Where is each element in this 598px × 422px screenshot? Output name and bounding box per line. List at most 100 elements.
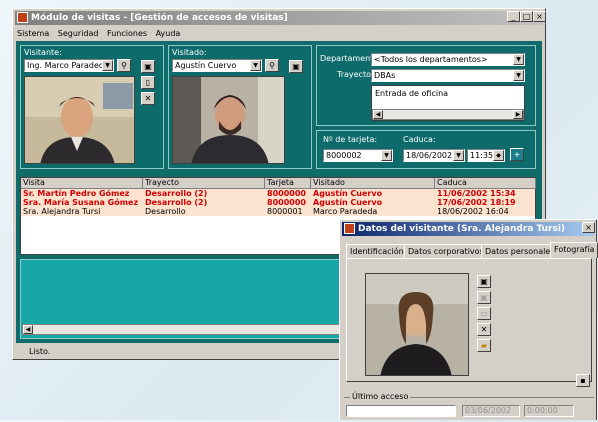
- departamento-panel: Departamento: <Todos los departamentos> …: [316, 45, 536, 126]
- save-button[interactable]: ▪: [576, 374, 590, 387]
- row-caduca: 17/06/2002 18:19: [437, 198, 516, 207]
- notes-scrollbar[interactable]: ◀ ▶: [372, 109, 524, 120]
- menu-seguridad[interactable]: Seguridad: [58, 29, 99, 38]
- camera-visitado-button[interactable]: ▣: [289, 60, 303, 73]
- visitado-combo[interactable]: Agustín Cuervo ▼: [172, 59, 262, 72]
- row-visita: Sr. Martín Pedro Gómez: [23, 189, 130, 198]
- import-photo-button[interactable]: ▣: [477, 291, 491, 304]
- chevron-down-icon[interactable]: ▼: [381, 150, 392, 161]
- camera-visitante-button[interactable]: ▣: [141, 60, 155, 73]
- notes-textarea[interactable]: Entrada de oficina ◀ ▶: [371, 85, 525, 121]
- minimize-button[interactable]: _: [507, 11, 520, 22]
- row-tarjeta: 8000000: [267, 198, 306, 207]
- row-visitado: Marco Paradeda: [313, 207, 378, 216]
- search-visitado-button[interactable]: ⚲: [265, 59, 279, 72]
- visitor-photo-image: [366, 274, 468, 375]
- ultimo-acceso-label: Último acceso: [350, 392, 411, 401]
- menu-ayuda[interactable]: Ayuda: [156, 29, 181, 38]
- visitor-photo: [365, 273, 469, 376]
- add-plus-icon: +: [513, 150, 521, 159]
- bottom-scrollbar[interactable]: ◀: [22, 324, 352, 335]
- menu-sistema[interactable]: Sistema: [17, 29, 49, 38]
- scroll-left-arrow[interactable]: ◀: [373, 110, 383, 119]
- departamento-combo[interactable]: <Todos los departamentos> ▼: [371, 53, 525, 66]
- status-text: Listo.: [29, 347, 51, 356]
- caduca-time: 11:35: [470, 151, 494, 160]
- col-tarjeta[interactable]: Tarjeta: [265, 178, 311, 189]
- camera-button[interactable]: ▣: [477, 275, 491, 288]
- chevron-down-icon[interactable]: ▼: [250, 60, 261, 71]
- new-visitante-button[interactable]: ▯: [141, 76, 155, 89]
- caduca-date-combo[interactable]: 18/06/2002 ▼: [403, 149, 465, 162]
- dialog-title-bar[interactable]: Datos del visitante (Sra. Alejandra Turs…: [342, 222, 594, 236]
- col-caduca[interactable]: Caduca: [435, 178, 536, 189]
- visitor-dialog: Datos del visitante (Sra. Alejandra Turs…: [339, 219, 598, 422]
- row-trayecto: Desarrollo (2): [145, 198, 208, 207]
- trayecto-value: DBAs: [374, 71, 396, 80]
- import-icon: ▣: [480, 293, 488, 302]
- visitante-photo: [24, 76, 135, 164]
- blank-photo-button[interactable]: ▭: [477, 307, 491, 320]
- main-title-bar[interactable]: Módulo de visitas - [Gestión de accesos …: [15, 11, 543, 25]
- close-button[interactable]: ×: [533, 11, 546, 22]
- visitado-label: Visitado:: [172, 48, 207, 57]
- trayecto-combo[interactable]: DBAs ▼: [371, 69, 525, 82]
- ultimo-acceso-group: Último acceso 03/06/2002 0:00:00: [344, 392, 594, 422]
- app-icon: [344, 223, 355, 234]
- spinner-arrows-icon[interactable]: ◆: [493, 150, 504, 161]
- chevron-down-icon[interactable]: ▼: [102, 60, 113, 71]
- tarjeta-combo[interactable]: 8000002 ▼: [323, 149, 393, 162]
- col-visitado[interactable]: Visitado: [311, 178, 435, 189]
- col-trayecto[interactable]: Trayecto: [143, 178, 265, 189]
- caduca-time-spinner[interactable]: 11:35 ◆: [467, 149, 505, 162]
- ultimo-acceso-time-value: 0:00:00: [527, 406, 558, 415]
- search-visitante-button[interactable]: ⚲: [117, 59, 131, 72]
- scroll-right-arrow[interactable]: ▶: [513, 110, 523, 119]
- tab-fotografia[interactable]: Fotografía: [550, 242, 598, 258]
- chevron-down-icon[interactable]: ▼: [453, 150, 464, 161]
- tab-datos-corporativos[interactable]: Datos corporativos: [404, 244, 488, 258]
- ultimo-acceso-text[interactable]: [346, 405, 456, 417]
- col-visita[interactable]: Visita: [21, 178, 143, 189]
- menu-bar: Sistema Seguridad Funciones Ayuda: [17, 28, 186, 40]
- chevron-down-icon[interactable]: ▼: [513, 70, 524, 81]
- visitante-value: Ing. Marco Paradeda: [27, 61, 109, 70]
- row-trayecto: Desarrollo (2): [145, 189, 208, 198]
- row-trayecto: Desarrollo: [145, 207, 186, 216]
- chevron-down-icon[interactable]: ▼: [513, 54, 524, 65]
- scroll-left-arrow[interactable]: ◀: [23, 325, 33, 334]
- tarjeta-label: Nº de tarjeta:: [323, 135, 378, 144]
- delete-photo-button[interactable]: ✕: [477, 323, 491, 336]
- fotografia-tab-panel: ▣ ▣ ▭ ✕ ▰: [346, 258, 592, 382]
- add-button[interactable]: +: [510, 148, 524, 161]
- caduca-date: 18/06/2002: [406, 151, 453, 160]
- open-folder-button[interactable]: ▰: [477, 339, 491, 352]
- camera-icon: ▣: [144, 62, 152, 71]
- dialog-close-button[interactable]: ×: [582, 222, 595, 233]
- visitante-label: Visitante:: [24, 48, 62, 57]
- row-tarjeta: 8000001: [267, 207, 303, 216]
- table-row[interactable]: Sra. María Susana Gómez Desarrollo (2) 8…: [21, 198, 535, 207]
- delete-x-icon: ✕: [144, 94, 152, 103]
- ultimo-acceso-date[interactable]: 03/06/2002: [462, 405, 520, 417]
- binoculars-icon: ⚲: [121, 61, 127, 70]
- maximize-button[interactable]: □: [520, 11, 533, 22]
- table-row[interactable]: Sr. Martín Pedro Gómez Desarrollo (2) 80…: [21, 189, 535, 198]
- table-row[interactable]: Sra. Alejandra Tursi Desarrollo 8000001 …: [21, 207, 535, 216]
- row-caduca: 18/06/2002 16:04: [437, 207, 509, 216]
- departamento-value: <Todos los departamentos>: [374, 55, 488, 64]
- visitante-combo[interactable]: Ing. Marco Paradeda ▼: [24, 59, 114, 72]
- visitante-photo-image: [25, 77, 134, 163]
- dialog-tabs: Identificación Datos corporativos Datos …: [346, 242, 598, 258]
- row-tarjeta: 8000000: [267, 189, 306, 198]
- ultimo-acceso-time[interactable]: 0:00:00: [524, 405, 574, 417]
- camera-icon: ▣: [480, 277, 488, 286]
- ultimo-acceso-date-value: 03/06/2002: [465, 406, 512, 415]
- app-icon: [17, 12, 28, 23]
- camera-icon: ▣: [292, 62, 300, 71]
- delete-visitante-button[interactable]: ✕: [141, 92, 155, 105]
- tarjeta-value: 8000002: [326, 151, 362, 160]
- menu-funciones[interactable]: Funciones: [107, 29, 147, 38]
- tab-datos-personales[interactable]: Datos personales: [481, 244, 559, 258]
- tab-identificacion[interactable]: Identificación: [346, 244, 408, 258]
